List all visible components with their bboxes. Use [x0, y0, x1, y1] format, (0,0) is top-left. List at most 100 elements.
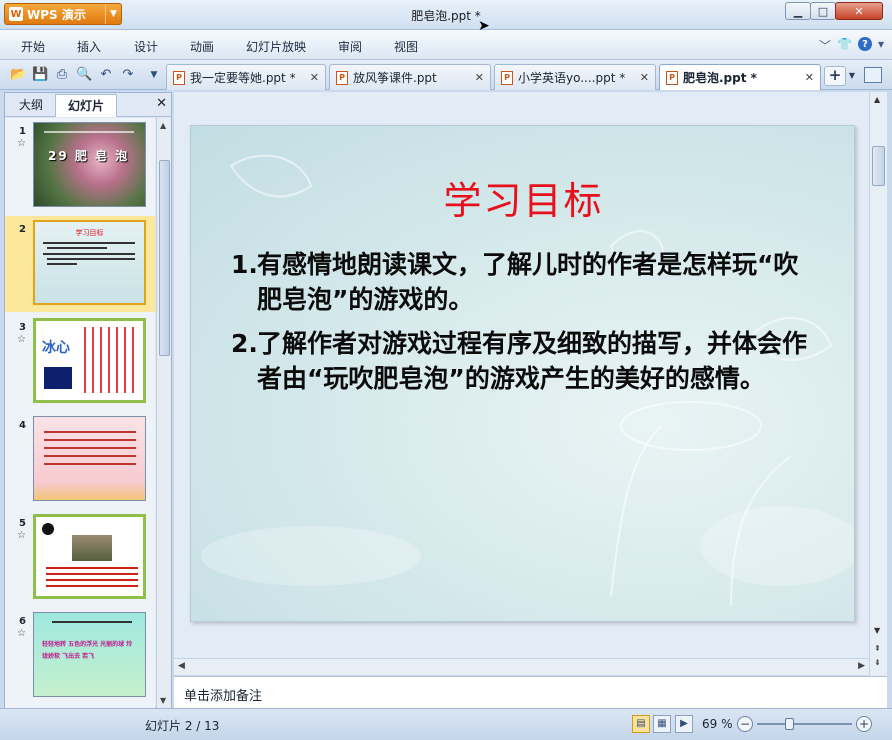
tab-close-icon[interactable]: ✕ — [310, 71, 319, 84]
goal-item-2[interactable]: 2. 了解作者对游戏过程有序及细致的描写，并体会作者由“玩吹肥皂泡”的游戏产生的… — [231, 326, 811, 396]
thumb-text-block — [46, 567, 138, 589]
slide-thumbnail-2[interactable]: 2 学习目标 — [5, 216, 155, 312]
menu-view[interactable]: 视图 — [394, 38, 418, 55]
menu-review[interactable]: 审阅 — [338, 38, 362, 55]
ppt-file-icon: P — [336, 70, 348, 85]
tab-list-dropdown-icon[interactable]: ▼ — [846, 66, 858, 86]
close-panel-icon[interactable]: ✕ — [156, 96, 167, 111]
slide-thumbnail-5[interactable]: 5 ☆ — [5, 510, 155, 606]
title-bar: W WPS 演示 ▼ 肥皂泡.ppt * ➤ ▁ □ ✕ — [0, 0, 892, 34]
slide-thumbnail-4[interactable]: 4 — [5, 412, 155, 508]
slide-number: 3 — [19, 322, 26, 333]
vertical-scroll-thumb[interactable] — [872, 146, 885, 186]
menu-design[interactable]: 设计 — [134, 38, 158, 55]
close-window-button[interactable]: ✕ — [835, 2, 883, 20]
scroll-down-icon[interactable]: ▼ — [874, 626, 880, 635]
notes-pane[interactable]: 单击添加备注 — [174, 676, 887, 708]
slide-thumbnail-6[interactable]: 6 ☆ 轻轻地转 五色的浮光 光丽的球 玲珑娇软 飞出去 若飞 — [5, 608, 155, 704]
new-tab-button[interactable]: + — [824, 66, 846, 86]
help-dropdown-icon[interactable]: ▾ — [878, 37, 884, 54]
slide-thumbnail-3[interactable]: 3 ☆ 冰心 — [5, 314, 155, 410]
scroll-down-icon[interactable]: ▼ — [160, 696, 166, 705]
tab-close-icon[interactable]: ✕ — [475, 71, 484, 84]
menu-animation[interactable]: 动画 — [190, 38, 214, 55]
quick-toolbar: 📂 💾 ⎙ 🔍 ↶ ↷ ▼ P 我一定要等她.ppt * ✕ P 放风筝课件.p… — [0, 60, 892, 90]
zoom-level[interactable]: 69 % — [702, 717, 733, 731]
help-icon[interactable]: ? — [857, 37, 872, 51]
vertical-scrollbar[interactable]: ▲ ▼ ⇞ ⇟ — [869, 92, 887, 676]
thumb-image — [44, 367, 72, 389]
slide-title[interactable]: 学习目标 — [191, 170, 854, 225]
panel-scroll-thumb[interactable] — [159, 160, 170, 356]
minimize-button[interactable]: ▁ — [785, 2, 811, 20]
tab-outline[interactable]: 大纲 — [9, 94, 53, 117]
slide-sorter-view-icon[interactable]: ▦ — [653, 715, 671, 733]
thumb-title: 学习目标 — [75, 229, 104, 237]
scroll-up-icon[interactable]: ▲ — [874, 95, 880, 104]
scroll-right-icon[interactable]: ▶ — [858, 661, 865, 671]
tab-doc-1[interactable]: P 我一定要等她.ppt * ✕ — [166, 64, 326, 90]
notes-placeholder: 单击添加备注 — [184, 689, 263, 704]
slideshow-view-icon[interactable]: ▶ — [675, 715, 693, 733]
tab-doc-2[interactable]: P 放风筝课件.ppt ✕ — [329, 64, 491, 90]
tab-doc-4-active[interactable]: P 肥皂泡.ppt * ✕ — [659, 64, 821, 90]
goal-item-1[interactable]: 1. 有感情地朗读课文，了解儿时的作者是怎样玩“吹肥皂泡”的游戏的。 — [231, 247, 811, 317]
status-bar: 幻灯片 2 / 13 ▤ ▦ ▶ 69 % − + — [0, 708, 892, 740]
thumb-photo — [72, 535, 112, 561]
slide-preview — [33, 514, 146, 599]
cartoon-mouse-icon — [42, 523, 54, 535]
slide-thumbnail-1[interactable]: 1 ☆ 29 肥 皂 泡 — [5, 118, 155, 214]
lotus-leaf-fill — [701, 506, 854, 586]
open-folder-icon[interactable]: 📂 — [10, 67, 26, 83]
lotus-stem — [610, 425, 662, 597]
slide-thumbnail-list: 1 ☆ 29 肥 皂 泡 2 学习目标 3 ☆ 冰心 4 5 ☆ 6 ☆ 轻轻地… — [5, 118, 155, 708]
slide-number: 1 — [19, 126, 26, 137]
thumb-text-line — [43, 242, 135, 244]
lotus-leaf — [620, 401, 762, 451]
goal-text: 了解作者对游戏过程有序及细致的描写，并体会作者由“玩吹肥皂泡”的游戏产生的美好的… — [257, 329, 808, 393]
thumb-text-line — [44, 131, 134, 133]
collapse-ribbon-icon[interactable]: ﹀ — [819, 37, 831, 54]
thumb-text-line — [52, 621, 132, 623]
horizontal-scrollbar[interactable]: ◀ ▶ — [174, 658, 869, 675]
scroll-up-icon[interactable]: ▲ — [160, 121, 166, 130]
scroll-left-icon[interactable]: ◀ — [178, 661, 185, 671]
redo-icon[interactable]: ↷ — [120, 67, 136, 83]
previous-slide-icon[interactable]: ⇞ — [874, 644, 881, 653]
goal-text: 有感情地朗读课文，了解儿时的作者是怎样玩“吹肥皂泡”的游戏的。 — [257, 250, 799, 314]
panel-scrollbar[interactable]: ▲ ▼ — [156, 118, 171, 708]
animation-star-icon: ☆ — [17, 138, 26, 149]
tab-doc-3[interactable]: P 小学英语yo....ppt * ✕ — [494, 64, 656, 90]
tab-close-icon[interactable]: ✕ — [640, 71, 649, 84]
next-slide-icon[interactable]: ⇟ — [874, 658, 881, 667]
tab-slides[interactable]: 幻灯片 — [55, 94, 117, 117]
print-preview-icon[interactable]: 🔍 — [76, 67, 92, 83]
customize-toolbar-icon[interactable]: ▼ — [146, 67, 162, 83]
undo-icon[interactable]: ↶ — [98, 67, 114, 83]
maximize-button[interactable]: □ — [810, 2, 836, 20]
print-icon[interactable]: ⎙ — [54, 67, 70, 83]
normal-view-icon[interactable]: ▤ — [632, 715, 650, 733]
thumb-text-line — [47, 258, 135, 260]
skin-icon[interactable]: 👕 — [837, 37, 852, 54]
tab-close-icon[interactable]: ✕ — [805, 71, 814, 84]
goal-number: 2. — [231, 329, 258, 358]
menu-insert[interactable]: 插入 — [77, 38, 101, 55]
menu-slideshow[interactable]: 幻灯片放映 — [246, 38, 306, 55]
zoom-in-button[interactable]: + — [856, 716, 872, 732]
panel-tabs: 大纲 幻灯片 ✕ — [5, 93, 171, 117]
thumb-title: 29 肥 皂 泡 — [48, 149, 130, 163]
window-layout-icon[interactable] — [864, 67, 882, 83]
slide-number: 5 — [19, 518, 26, 529]
thumb-decoration — [34, 482, 145, 500]
zoom-slider-track[interactable] — [757, 723, 852, 725]
tab-label: 小学英语yo....ppt * — [518, 71, 626, 85]
slide-preview: 轻轻地转 五色的浮光 光丽的球 玲珑娇软 飞出去 若飞 — [33, 612, 146, 697]
zoom-out-button[interactable]: − — [737, 716, 753, 732]
current-slide[interactable]: 学习目标 1. 有感情地朗读课文，了解儿时的作者是怎样玩“吹肥皂泡”的游戏的。 … — [190, 125, 855, 622]
zoom-slider-handle[interactable] — [785, 718, 794, 730]
ppt-file-icon: P — [666, 70, 678, 85]
menu-home[interactable]: 开始 — [21, 38, 45, 55]
save-icon[interactable]: 💾 — [32, 67, 48, 83]
slide-preview: 冰心 — [33, 318, 146, 403]
